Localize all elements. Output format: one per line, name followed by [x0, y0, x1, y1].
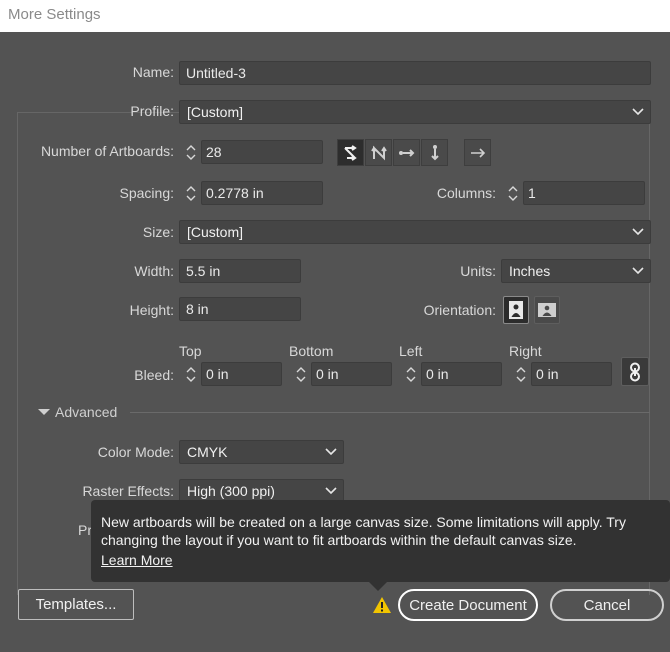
bleed-top-stepper[interactable]	[180, 362, 202, 386]
artboards-input[interactable]: 28	[201, 140, 323, 164]
arrow-right-icon[interactable]	[464, 139, 491, 166]
chevron-down-icon	[325, 480, 337, 502]
cancel-button-label: Cancel	[583, 596, 631, 614]
chevron-down-icon	[325, 441, 337, 463]
orientation-label: Orientation:	[423, 302, 496, 318]
arrange-by-row-icon[interactable]	[393, 139, 420, 166]
raster-effects-label: Raster Effects:	[82, 483, 174, 499]
spacing-label: Spacing:	[119, 185, 174, 201]
templates-button[interactable]: Templates...	[18, 589, 134, 620]
size-select[interactable]: [Custom]	[179, 220, 651, 244]
width-label: Width:	[134, 263, 174, 279]
artboards-label: Number of Artboards:	[40, 143, 174, 159]
create-document-button[interactable]: Create Document	[398, 589, 538, 621]
grid-by-column-icon[interactable]	[365, 139, 392, 166]
artboards-stepper[interactable]	[180, 140, 202, 164]
landscape-icon[interactable]	[534, 296, 560, 324]
preview-mode-label: Pr	[78, 522, 92, 538]
create-document-label: Create Document	[409, 596, 527, 614]
spacing-stepper[interactable]	[180, 181, 202, 205]
stepper-up-icon	[186, 185, 196, 191]
stepper-down-icon	[406, 376, 416, 382]
bleed-right-input[interactable]: 0 in	[531, 362, 612, 386]
name-input[interactable]: Untitled-3	[179, 61, 651, 85]
tooltip-line-2: changing the layout if you want to fit a…	[101, 532, 577, 548]
stepper-down-icon	[186, 376, 196, 382]
name-label: Name:	[132, 64, 174, 80]
spacing-input[interactable]: 0.2778 in	[201, 181, 323, 205]
tooltip-tail	[369, 582, 387, 591]
color-mode-select[interactable]: CMYK	[179, 440, 344, 464]
bleed-left-input[interactable]: 0 in	[421, 362, 502, 386]
grid-by-row-icon[interactable]	[337, 139, 364, 166]
size-value: [Custom]	[187, 224, 244, 240]
stepper-down-icon	[186, 154, 196, 160]
bleed-bottom-stepper[interactable]	[290, 362, 312, 386]
raster-effects-value: High (300 ppi)	[187, 483, 275, 499]
caret-down-icon	[38, 409, 50, 415]
cancel-button[interactable]: Cancel	[550, 589, 664, 621]
chevron-down-icon	[632, 260, 644, 282]
profile-label: Profile:	[130, 103, 174, 119]
profile-select[interactable]: [Custom]	[179, 100, 651, 124]
stepper-up-icon	[296, 366, 306, 372]
profile-value: [Custom]	[187, 104, 244, 120]
tooltip-line-1: New artboards will be created on a large…	[101, 514, 626, 530]
dialog-title: More Settings	[8, 6, 101, 23]
warning-icon	[372, 596, 392, 617]
chevron-down-icon	[632, 101, 644, 123]
bleed-top-label: Top	[179, 343, 202, 359]
color-mode-value: CMYK	[187, 444, 228, 460]
large-canvas-tooltip: New artboards will be created on a large…	[91, 500, 670, 591]
columns-input[interactable]: 1	[523, 181, 645, 205]
advanced-toggle[interactable]: Advanced	[38, 404, 117, 420]
portrait-icon[interactable]	[503, 296, 529, 324]
dialog-title-bar: More Settings	[0, 0, 670, 32]
bleed-left-stepper[interactable]	[400, 362, 422, 386]
columns-label: Columns:	[436, 185, 496, 201]
width-input[interactable]: 5.5 in	[179, 259, 301, 283]
units-label: Units:	[460, 263, 496, 279]
bleed-bottom-input[interactable]: 0 in	[311, 362, 392, 386]
stepper-up-icon	[508, 185, 518, 191]
stepper-down-icon	[516, 376, 526, 382]
stepper-down-icon	[508, 195, 518, 201]
height-label: Height:	[129, 302, 174, 318]
color-mode-label: Color Mode:	[97, 444, 174, 460]
bleed-left-label: Left	[399, 343, 423, 359]
units-value: Inches	[509, 263, 551, 279]
arrange-by-column-icon[interactable]	[421, 139, 448, 166]
bleed-label: Bleed:	[134, 367, 174, 383]
bleed-top-input[interactable]: 0 in	[201, 362, 282, 386]
templates-button-label: Templates...	[35, 596, 117, 613]
size-label: Size:	[142, 224, 174, 240]
stepper-down-icon	[186, 195, 196, 201]
chevron-down-icon	[632, 221, 644, 243]
stepper-up-icon	[186, 144, 196, 150]
chain-link-icon[interactable]	[621, 357, 649, 386]
stepper-down-icon	[296, 376, 306, 382]
columns-stepper[interactable]	[502, 181, 524, 205]
units-select[interactable]: Inches	[501, 259, 651, 283]
advanced-divider	[130, 412, 650, 413]
stepper-up-icon	[186, 366, 196, 372]
stepper-up-icon	[516, 366, 526, 372]
stepper-up-icon	[406, 366, 416, 372]
bleed-bottom-label: Bottom	[289, 343, 334, 359]
bleed-right-stepper[interactable]	[510, 362, 532, 386]
advanced-label: Advanced	[55, 404, 118, 420]
bleed-right-label: Right	[509, 343, 542, 359]
learn-more-link[interactable]: Learn More	[101, 551, 173, 569]
height-input[interactable]: 8 in	[179, 297, 301, 321]
